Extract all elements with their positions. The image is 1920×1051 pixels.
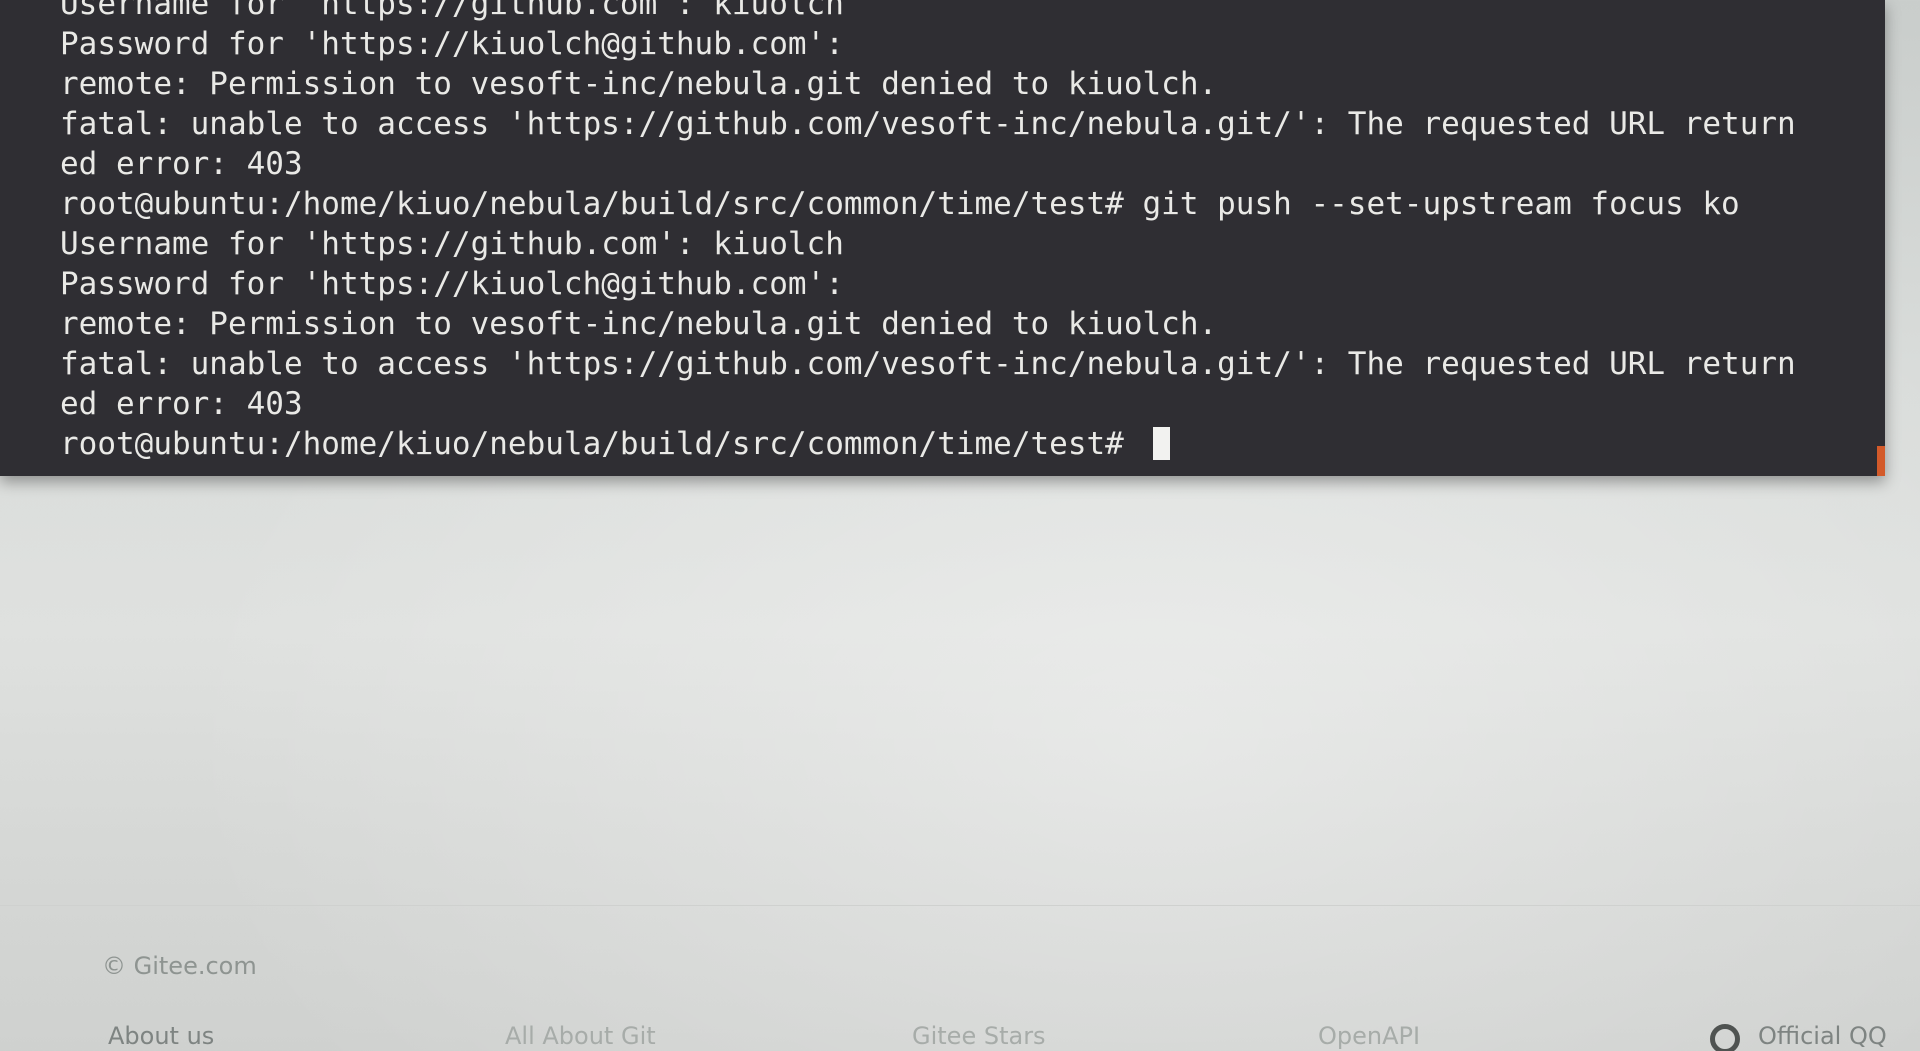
footer-link-git[interactable]: All About Git bbox=[505, 1022, 656, 1050]
footer-link-about[interactable]: About us bbox=[108, 1022, 214, 1050]
terminal-line: ed error: 403 bbox=[60, 146, 303, 182]
terminal-line: fatal: unable to access 'https://github.… bbox=[60, 346, 1796, 382]
terminal-window[interactable]: Username for 'https://github.com': kiuol… bbox=[0, 0, 1885, 476]
qq-logo-icon[interactable] bbox=[1710, 1024, 1740, 1051]
footer-link-qq[interactable]: Official QQ bbox=[1758, 1022, 1887, 1050]
terminal-line: remote: Permission to vesoft-inc/nebula.… bbox=[60, 66, 1218, 102]
terminal-output: Username for 'https://github.com': kiuol… bbox=[60, 0, 1880, 464]
terminal-line: remote: Permission to vesoft-inc/nebula.… bbox=[60, 306, 1218, 342]
footer-links: About us All About Git Gitee Stars OpenA… bbox=[0, 1022, 1920, 1051]
terminal-prompt-line[interactable]: root@ubuntu:/home/kiuo/nebula/build/src/… bbox=[60, 424, 1880, 464]
terminal-prompt: root@ubuntu:/home/kiuo/nebula/build/src/… bbox=[60, 426, 1143, 462]
terminal-line: Username for 'https://github.com': kiuol… bbox=[60, 0, 844, 22]
footer-copyright: © Gitee.com bbox=[102, 952, 257, 980]
scrollbar-accent[interactable] bbox=[1877, 446, 1885, 476]
terminal-line: Password for 'https://kiuolch@github.com… bbox=[60, 26, 844, 62]
footer-divider bbox=[0, 905, 1920, 906]
terminal-line: root@ubuntu:/home/kiuo/nebula/build/src/… bbox=[60, 186, 1740, 222]
terminal-line: Password for 'https://kiuolch@github.com… bbox=[60, 266, 844, 302]
footer-link-openapi[interactable]: OpenAPI bbox=[1318, 1022, 1420, 1050]
terminal-line: fatal: unable to access 'https://github.… bbox=[60, 106, 1796, 142]
terminal-line: Username for 'https://github.com': kiuol… bbox=[60, 226, 844, 262]
footer-link-stars[interactable]: Gitee Stars bbox=[912, 1022, 1046, 1050]
block-cursor-icon bbox=[1152, 427, 1170, 460]
terminal-line: ed error: 403 bbox=[60, 386, 303, 422]
